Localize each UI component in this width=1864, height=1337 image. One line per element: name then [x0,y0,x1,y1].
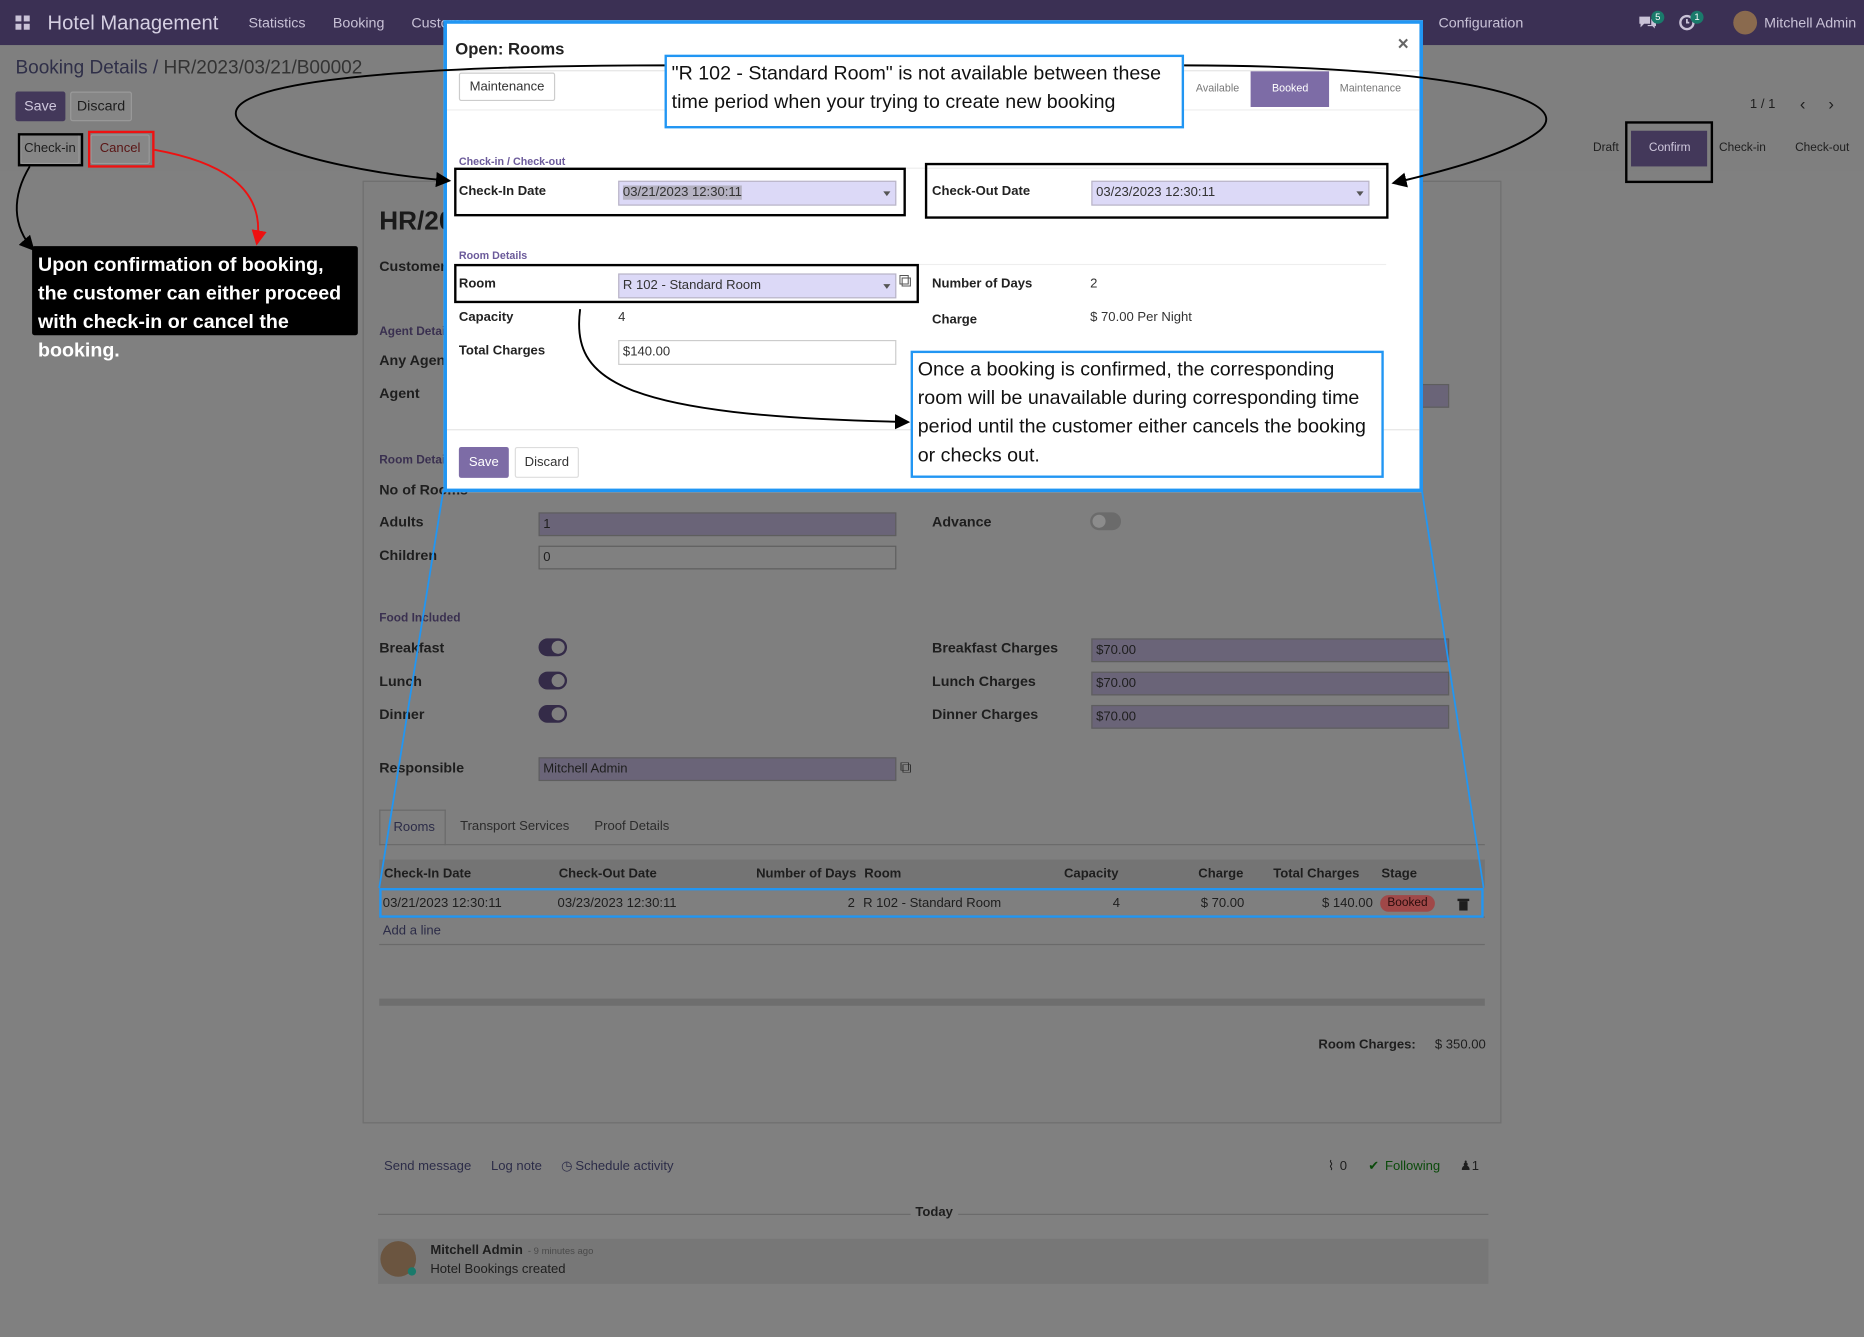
screenshot-stage: Hotel Management Statistics Booking Cust… [0,0,1864,1337]
availability-note: "R 102 - Standard Room" is not available… [664,54,1185,129]
checkin-cancel-note: Upon confirmation of booking, the custom… [32,246,358,361]
confirm-note: Once a booking is confirmed, the corresp… [910,350,1384,478]
annotation-arrows [15,64,1548,889]
